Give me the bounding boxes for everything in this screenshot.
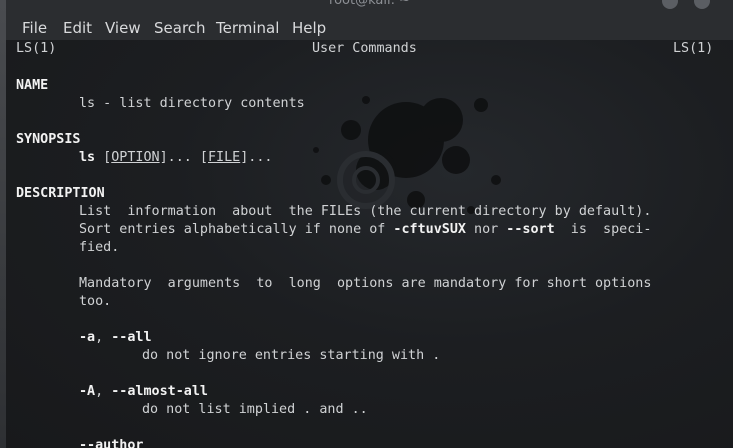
synopsis-command: ls [79, 150, 96, 165]
terminal-window: root@kali: ~ File Edit View Search Termi… [6, 0, 733, 448]
option-A-description: do not list implied . and .. [142, 402, 368, 417]
menu-edit[interactable]: Edit [63, 18, 92, 38]
description-text: nor [465, 222, 507, 237]
title-bar[interactable]: root@kali: ~ [6, 0, 733, 14]
option-separator: , [95, 330, 112, 345]
description-line: too. [79, 294, 112, 309]
description-line: Mandatory arguments to long options are … [79, 276, 652, 291]
synopsis-file-arg: FILE [208, 150, 241, 165]
description-flag: --sort [506, 222, 555, 237]
option-author: --author [79, 438, 144, 448]
man-header-right: LS(1) [673, 41, 714, 56]
menu-bar: File Edit View Search Terminal Help [6, 14, 733, 40]
synopsis-text: ls [OPTION]... [FILE]... [79, 149, 273, 167]
option-long-flag: --almost-all [111, 384, 208, 399]
option-a-description: do not ignore entries starting with . [142, 348, 441, 363]
option-short-flag: -a [79, 330, 96, 345]
option-A: -A, --almost-all [79, 383, 208, 401]
synopsis-bracket: [ [95, 150, 112, 165]
option-long-flag: --all [111, 330, 152, 345]
description-text: is speci- [554, 222, 652, 237]
menu-terminal[interactable]: Terminal [216, 18, 279, 38]
menu-view[interactable]: View [105, 18, 141, 38]
option-short-flag: -A [79, 384, 96, 399]
man-header: LS(1) User Commands LS(1) [6, 40, 733, 130]
man-header-center: User Commands [312, 41, 417, 56]
man-header-left: LS(1) [16, 41, 57, 56]
description-line: Sort entries alphabetically if none of -… [79, 221, 651, 239]
menu-search[interactable]: Search [154, 18, 206, 38]
terminal-area[interactable]: LS(1) User Commands LS(1) NAME ls - list… [6, 40, 733, 448]
menu-help[interactable]: Help [292, 18, 326, 38]
description-line: List information about the FILEs (the cu… [79, 204, 652, 219]
section-description-heading: DESCRIPTION [16, 186, 105, 201]
section-name-heading: NAME [16, 78, 49, 93]
description-line: fied. [79, 240, 120, 255]
menu-file[interactable]: File [22, 18, 47, 38]
description-text: Sort entries alphabetically if none of [79, 222, 394, 237]
synopsis-bracket: ]... [ [159, 150, 208, 165]
option-a: -a, --all [79, 329, 152, 347]
name-text: ls - list directory contents [79, 96, 305, 111]
synopsis-option-arg: OPTION [111, 150, 160, 165]
window-title: root@kali: ~ [329, 0, 410, 8]
section-synopsis-heading: SYNOPSIS [16, 132, 81, 147]
option-separator: , [95, 384, 112, 399]
description-flag: -cftuvSUX [393, 222, 466, 237]
synopsis-bracket: ]... [240, 150, 273, 165]
